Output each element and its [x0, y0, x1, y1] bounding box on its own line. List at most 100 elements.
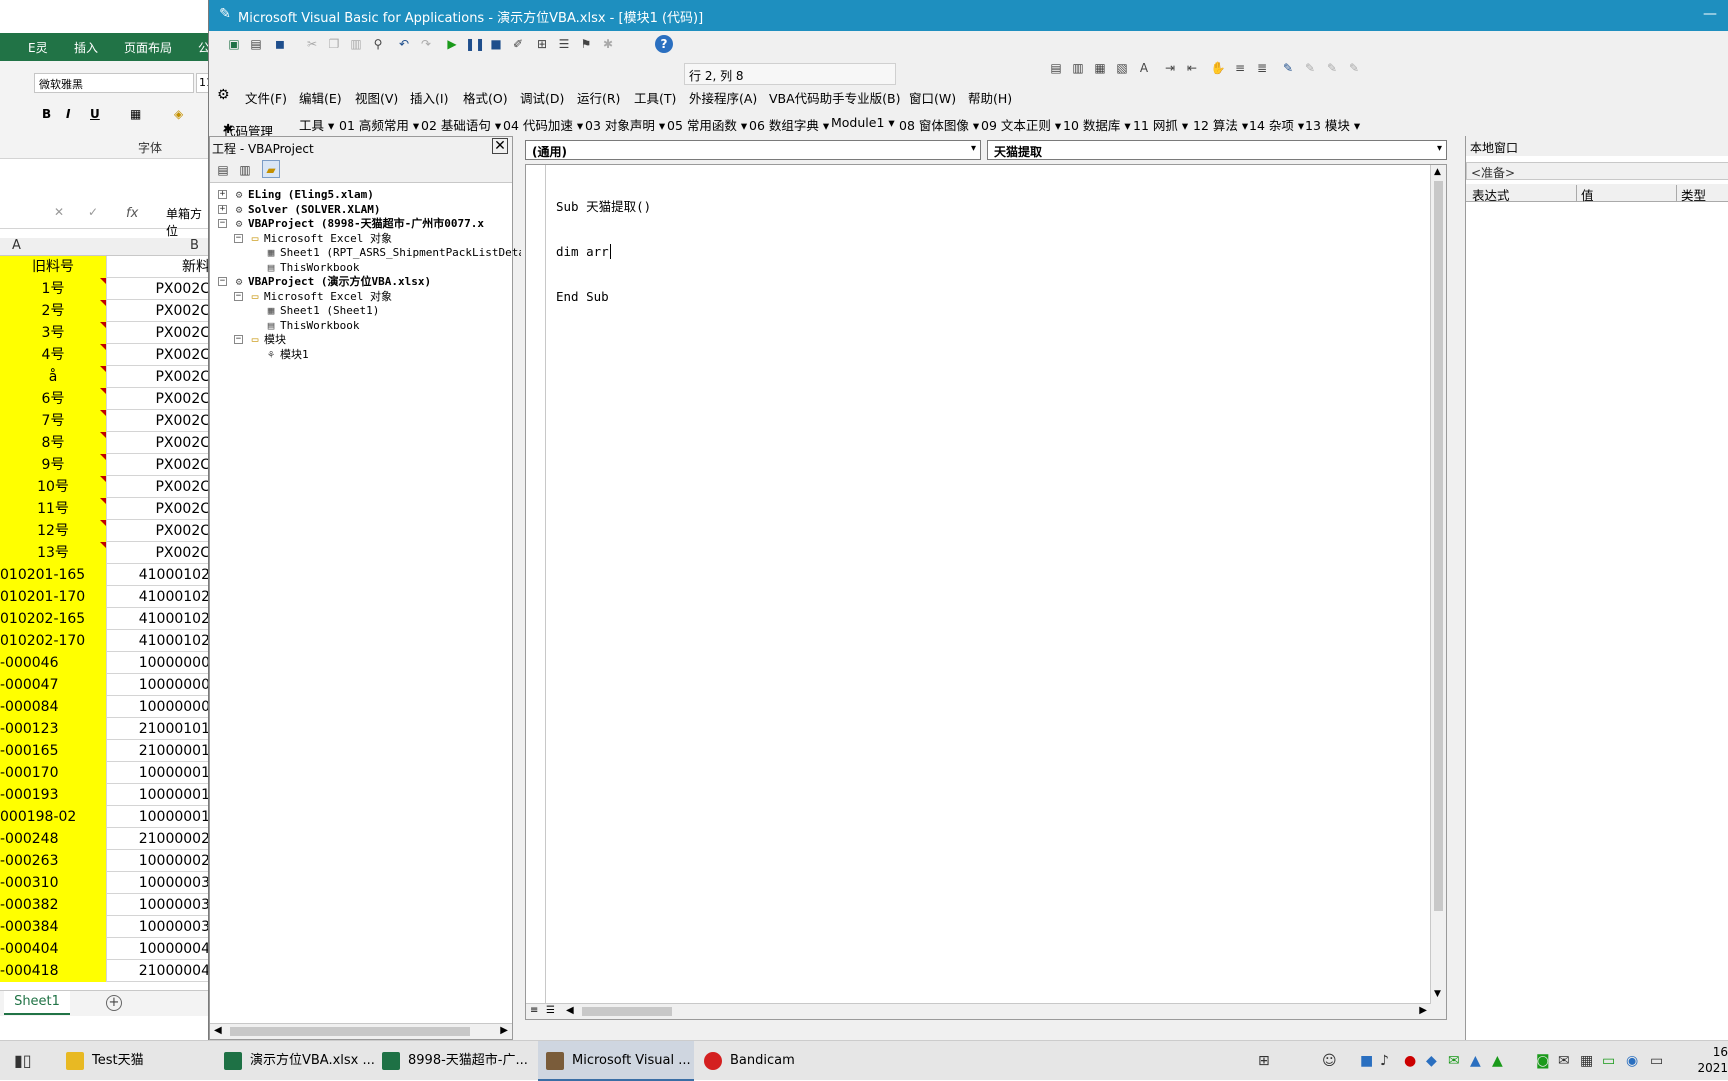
cell-b[interactable]: PX002C	[108, 476, 210, 498]
tab-eling[interactable]: E灵	[28, 39, 48, 56]
tree-item[interactable]: ⚘ 模块1	[264, 347, 309, 363]
previous-bookmark-icon[interactable]: ✎	[1323, 59, 1341, 77]
cell-a[interactable]: 10号	[0, 476, 107, 498]
clock[interactable]: 16 2021	[1697, 1044, 1728, 1076]
sheet-grid[interactable]: 旧料号 新料 1号 PX002C 2号 PX002C 3号 PX002C 4号 PX002C å PX…	[0, 256, 210, 982]
font-name-select[interactable]: 微软雅黑	[34, 73, 194, 93]
toolbox-icon[interactable]: ✱	[599, 35, 617, 53]
cell-a[interactable]: -000404	[0, 938, 107, 960]
display-icon[interactable]: ▭	[1650, 1053, 1663, 1069]
cell-b[interactable]: 41000102	[108, 564, 210, 586]
cell-b[interactable]: 21000002	[108, 828, 210, 850]
cell-b[interactable]: PX002C	[108, 498, 210, 520]
cell-b[interactable]: 10000003	[108, 916, 210, 938]
procedure-view-icon[interactable]: ≡	[530, 1005, 538, 1016]
people-icon[interactable]: ☺	[1322, 1053, 1337, 1069]
cell-b[interactable]: PX002C	[108, 432, 210, 454]
project-horizontal-scrollbar[interactable]: ◀ ▶	[210, 1023, 512, 1039]
ext-misc-menu[interactable]: 14 杂项 ▾	[1249, 115, 1304, 134]
cell-b[interactable]: PX002C	[108, 322, 210, 344]
column-header-b[interactable]: B	[190, 238, 199, 253]
scroll-right-icon[interactable]: ▶	[500, 1025, 508, 1036]
underline-button[interactable]: U	[90, 107, 100, 121]
cell-b[interactable]: 10000001	[108, 762, 210, 784]
quick-info-icon[interactable]: ▦	[1091, 59, 1109, 77]
cell-a[interactable]: -000310	[0, 872, 107, 894]
scroll-down-icon[interactable]: ▼	[1434, 989, 1441, 999]
task-view-icon[interactable]: ▮▯	[14, 1051, 32, 1070]
parameter-info-icon[interactable]: ▧	[1113, 59, 1131, 77]
cell-b[interactable]: 10000000	[108, 674, 210, 696]
taskbar-item[interactable]: Microsoft Visual ...	[538, 1041, 694, 1081]
procedure-combo[interactable]: 天猫提取 ▾	[987, 140, 1447, 160]
cell-a[interactable]: -000382	[0, 894, 107, 916]
insert-userform-icon[interactable]: ▤	[247, 35, 265, 53]
close-icon[interactable]: ✕	[492, 138, 508, 154]
add-sheet-icon[interactable]: +	[106, 995, 122, 1011]
cell-b[interactable]: PX002C	[108, 366, 210, 388]
cell-a[interactable]: 2号	[0, 300, 107, 322]
find-icon[interactable]: ⚲	[369, 35, 387, 53]
record-tray-icon[interactable]: ●	[1404, 1053, 1416, 1069]
calendar-tray-icon[interactable]: ▦	[1580, 1053, 1593, 1069]
scroll-right-icon[interactable]: ▶	[1419, 1005, 1427, 1016]
ext-object-decl-menu[interactable]: 03 对象声明 ▾	[585, 115, 665, 134]
scroll-thumb[interactable]	[582, 1007, 672, 1016]
cell-b[interactable]: PX002C	[108, 542, 210, 564]
undo-icon[interactable]: ↶	[395, 35, 413, 53]
volume-icon[interactable]: ♪	[1380, 1053, 1389, 1069]
object-combo[interactable]: (通用) ▾	[525, 140, 981, 160]
cell-a[interactable]: 010201-170	[0, 586, 107, 608]
menu-vba-helper[interactable]: VBA代码助手专业版(B)	[769, 88, 901, 107]
cut-icon[interactable]: ✂	[303, 35, 321, 53]
locals-col-expression[interactable]: 表达式	[1472, 185, 1510, 204]
tab-insert[interactable]: 插入	[74, 39, 98, 56]
cell-b[interactable]: 新料	[108, 256, 210, 278]
object-browser-icon[interactable]: ⚑	[577, 35, 595, 53]
comment-block-icon[interactable]: ≡	[1231, 59, 1249, 77]
clear-bookmarks-icon[interactable]: ✎	[1345, 59, 1363, 77]
code-text[interactable]: Sub 天猫提取() dim arr End Sub	[556, 169, 651, 334]
cell-a[interactable]: -000418	[0, 960, 107, 982]
cell-b[interactable]: 10000001	[108, 784, 210, 806]
ext-basic-statements-menu[interactable]: 02 基础语句 ▾	[421, 115, 501, 134]
code-margin[interactable]	[526, 165, 546, 1019]
ext-text-regex-menu[interactable]: 09 文本正则 ▾	[981, 115, 1061, 134]
bold-button[interactable]: B	[42, 107, 51, 121]
chevron-down-icon[interactable]: ▾	[1437, 143, 1442, 154]
cell-a[interactable]: 6号	[0, 388, 107, 410]
design-mode-icon[interactable]: ✐	[509, 35, 527, 53]
italic-button[interactable]: I	[66, 107, 70, 121]
ext-tools-menu[interactable]: 工具 ▾	[299, 115, 334, 134]
ext-algorithm-menu[interactable]: 12 算法 ▾	[1193, 115, 1248, 134]
code-editor[interactable]: Sub 天猫提取() dim arr End Sub ▲ ▼ ≡ ☰ ◀ ▶	[525, 164, 1447, 1020]
cell-a[interactable]: å	[0, 366, 107, 388]
menu-window[interactable]: 窗口(W)	[909, 88, 956, 107]
reset-icon[interactable]: ■	[487, 35, 505, 53]
taskbar-item[interactable]: 8998-天猫超市-广...	[374, 1041, 528, 1081]
expand-icon[interactable]: +	[218, 204, 227, 214]
cell-a[interactable]: -000046	[0, 652, 107, 674]
menu-addins[interactable]: 外接程序(A)	[689, 88, 757, 107]
cell-a[interactable]: 000198-02	[0, 806, 107, 828]
taskbar-item[interactable]: 演示方位VBA.xlsx ...	[216, 1041, 375, 1081]
menu-tools[interactable]: 工具(T)	[634, 88, 676, 107]
menu-format[interactable]: 格式(O)	[463, 88, 508, 107]
cell-b[interactable]: PX002C	[108, 388, 210, 410]
menu-view[interactable]: 视图(V)	[355, 88, 398, 107]
network-icon[interactable]: ▲	[1470, 1053, 1481, 1069]
locals-col-value[interactable]: 值	[1576, 185, 1594, 203]
mail-tray-icon[interactable]: ✉	[1558, 1053, 1570, 1069]
cell-b[interactable]: 10000004	[108, 938, 210, 960]
cell-b[interactable]: PX002C	[108, 344, 210, 366]
locals-col-type[interactable]: 类型	[1676, 185, 1706, 203]
cell-a[interactable]: 4号	[0, 344, 107, 366]
menu-help[interactable]: 帮助(H)	[968, 88, 1012, 107]
cell-b[interactable]: PX002C	[108, 278, 210, 300]
cell-b[interactable]: 21000004	[108, 960, 210, 982]
help-icon[interactable]: ?	[655, 35, 673, 53]
app-tray-icon[interactable]: ▲	[1492, 1053, 1503, 1069]
cell-a[interactable]: -000165	[0, 740, 107, 762]
cell-b[interactable]: 41000102	[108, 586, 210, 608]
cell-a[interactable]: 010202-165	[0, 608, 107, 630]
